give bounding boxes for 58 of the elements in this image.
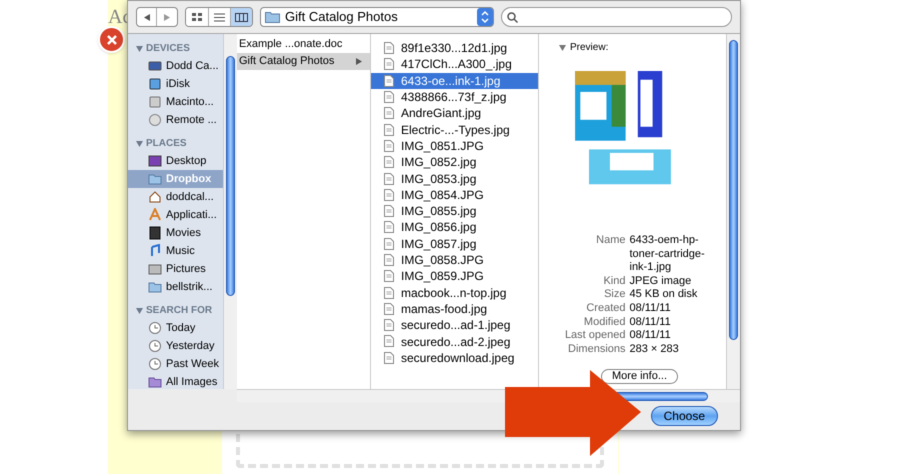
preview-title: Preview: [570,41,608,55]
file-row[interactable]: IMG_0859.JPG [371,268,538,284]
file-row[interactable]: securedownload.jpeg [371,350,538,366]
info-value: 283 × 283 [630,342,680,356]
file-row[interactable]: macbook...n-top.jpg [371,284,538,301]
file-row[interactable]: IMG_0858.JPG [371,252,538,268]
sidebar-item[interactable]: bellstrik... [128,278,223,296]
info-value: 08/11/11 [630,302,672,316]
sidebar-item[interactable]: Today [128,319,223,337]
info-label: Size [603,288,626,302]
sidebar-item[interactable]: Pictures [128,260,223,278]
file-row[interactable]: mamas-food.jpg [371,300,538,318]
file-row[interactable]: IMG_0854.JPG [371,186,538,203]
file-row[interactable]: Example ...onate.doc [237,36,370,53]
sidebar-item[interactable]: Past Week [128,355,223,373]
file-row[interactable]: IMG_0856.jpg [371,219,538,236]
sidebar-item[interactable]: doddcal... [128,188,223,206]
file-row[interactable]: AndreGiant.jpg [371,105,538,122]
sidebar-item[interactable]: All Images [128,373,223,391]
file-row[interactable]: securedo...ad-1.jpeg [371,317,538,334]
sidebar-item[interactable]: Desktop [128,152,223,170]
info-value: 08/11/11 [630,329,672,343]
info-value: JPEG image [630,274,692,288]
info-value: 45 KB on disk [630,288,698,302]
file-row[interactable]: Gift Catalog Photos [237,53,370,70]
file-row[interactable]: 4388866...73f_z.jpg [371,88,538,106]
info-label: Kind [602,274,626,288]
file-row[interactable]: Electric-...-Types.jpg [371,121,538,138]
file-row[interactable]: IMG_0853.jpg [371,170,538,187]
sidebar-item[interactable]: Yesterday [128,337,223,355]
file-row[interactable]: securedo...ad-2.jpeg [371,333,538,350]
sidebar-item[interactable]: Applicati... [128,206,223,224]
sidebar-item[interactable]: Remote ... [128,111,223,129]
info-value: 08/11/11 [630,316,672,330]
file-row[interactable]: 417ClCh...A300_.jpg [371,56,538,73]
path-dropdown[interactable]: Gift Catalog Photos [260,7,494,27]
sidebar-item[interactable]: Macinto... [128,93,223,111]
sidebar-item[interactable]: Movies [128,224,223,242]
sidebar-item[interactable]: Music [128,242,223,260]
info-label: Modified [582,316,626,330]
file-row[interactable]: 6433-oe...ink-1.jpg [371,72,538,89]
more-info-button[interactable]: More info... [601,369,678,384]
info-label: Name [595,234,626,248]
sidebar-heading: PLACES [146,137,187,151]
sidebar-heading: DEVICES [146,42,190,56]
file-row[interactable]: IMG_0855.jpg [371,202,538,220]
sidebar-item[interactable]: Dodd Ca... [128,57,223,75]
info-label: Dimensions [567,342,626,356]
info-label: Created [585,302,626,316]
info-label: Last opened [564,329,626,343]
choose-button[interactable]: Choose [650,406,718,426]
file-row[interactable]: IMG_0851.JPG [371,138,538,154]
file-row[interactable]: 89f1e330...12d1.jpg [371,40,538,56]
file-row[interactable]: IMG_0857.jpg [371,236,538,252]
sidebar-heading: SEARCH FOR [146,304,212,318]
info-value: 6433-oem-hp-toner-cartridge-ink-1.jpg [630,234,706,275]
sidebar-item[interactable]: iDisk [128,75,223,93]
file-row[interactable]: IMG_0852.jpg [371,154,538,170]
